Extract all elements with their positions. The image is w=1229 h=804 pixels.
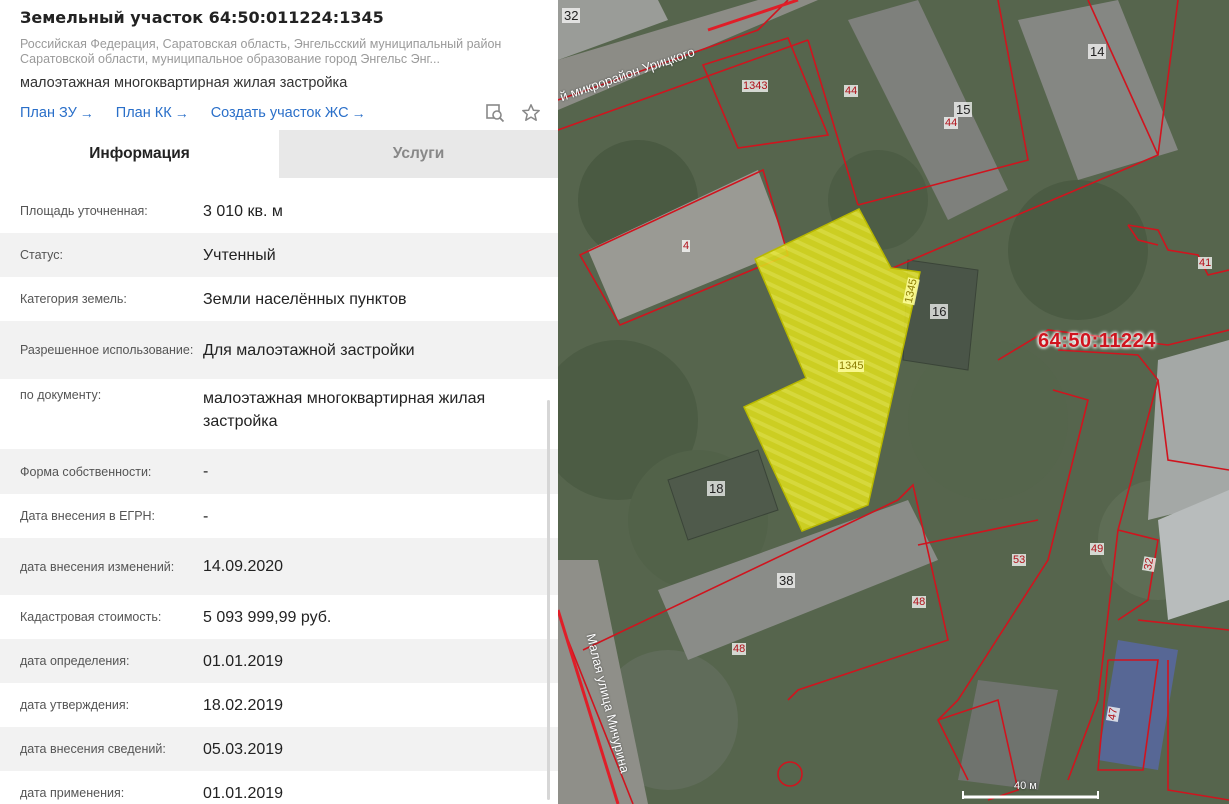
row-label: Форма собственности: [20,464,152,479]
star-icon[interactable] [520,102,542,124]
parcel-title: Земельный участок 64:50:011224:1345 [20,8,384,27]
action-links: План ЗУ → План КК → Создать участок ЖС → [20,102,540,124]
building-label-15: 15 [954,102,973,117]
row-value: Учтенный [203,246,276,264]
row-label: Категория земель: [20,292,127,306]
table-row: по документу: малоэтажная многоквартирная… [0,379,558,449]
row-value: 01.01.2019 [203,784,284,802]
parcel-label-47: 47 [1105,705,1121,723]
parcel-label-32: 32 [1141,555,1157,573]
row-value: - [203,507,209,525]
row-label: дата определения: [20,654,130,668]
table-row: дата применения: 01.01.2019 [0,771,558,804]
parcel-label-41: 41 [1198,257,1213,269]
parcel-label-1343: 1343 [742,80,769,92]
create-parcel-link[interactable]: Создать участок ЖС → [211,105,366,121]
row-label: дата внесения сведений: [20,742,166,756]
panel-scrollbar[interactable] [547,400,550,800]
row-value: 01.01.2019 [203,652,284,670]
tab-services[interactable]: Услуги [279,130,558,178]
plan-zu-link[interactable]: План ЗУ → [20,105,94,121]
arrow-right-icon: → [79,105,94,121]
row-value: малоэтажная многоквартирная жилая застро… [203,390,486,430]
parcel-usage-subtitle: малоэтажная многоквартирная жилая застро… [20,75,348,91]
row-value: 5 093 999,99 руб. [203,608,332,626]
building-label-16: 16 [930,304,949,319]
row-label: дата внесения изменений: [20,559,175,574]
create-parcel-link-label: Создать участок ЖС [210,105,349,121]
scale-label: 40 м [1014,780,1037,792]
building-label-14: 14 [1088,44,1107,59]
row-label: дата применения: [20,786,125,800]
row-label: Статус: [20,248,63,262]
arrow-right-icon: → [174,105,189,121]
row-value: 05.03.2019 [203,740,284,758]
map-imagery [558,0,1229,804]
row-value: Для малоэтажной застройки [203,341,415,359]
parcel-label-48: 48 [912,596,927,608]
row-value: 18.02.2019 [203,696,284,714]
info-panel: Земельный участок 64:50:011224:1345 Росс… [0,0,558,804]
table-row: дата внесения сведений: 05.03.2019 [0,727,558,771]
building-label-38: 38 [777,573,796,588]
row-label: Дата внесения в ЕГРН: [20,509,156,523]
parcel-label-44: 44 [844,85,859,97]
table-row: Статус: Учтенный [0,233,558,277]
parcel-label-49: 49 [1090,543,1105,555]
row-label: Кадастровая стоимость: [20,610,162,624]
arrow-right-icon: → [351,105,366,121]
table-row: Кадастровая стоимость: 5 093 999,99 руб. [0,595,558,639]
building-label-32: 32 [562,8,581,23]
parcel-label-1345: 1345 [838,360,865,372]
plan-kk-link[interactable]: План КК → [116,105,189,121]
tab-bar: Информация Услуги [0,130,558,178]
row-value: 3 010 кв. м [203,202,283,220]
plan-zu-link-label: План ЗУ [20,105,77,121]
info-table: Площадь уточненная: 3 010 кв. м Статус: Уч… [0,189,558,804]
table-row: дата внесения изменений: 14.09.2020 [0,538,558,595]
row-value: - [203,463,209,480]
quarter-label: 64:50:11224 [1038,330,1156,352]
building-label-18: 18 [707,481,726,496]
table-row: дата определения: 01.01.2019 [0,639,558,683]
row-label: по документу: [20,388,102,402]
parcel-label-44b: 44 [944,117,959,129]
table-row: Площадь уточненная: 3 010 кв. м [0,189,558,233]
cadastral-map[interactable]: 64:50:11224 й микрорайон Урицкого Малая … [558,0,1229,804]
parcel-address: Российская Федерация, Саратовская област… [20,37,502,66]
parcel-header: Земельный участок 64:50:011224:1345 Росс… [0,0,558,130]
tab-information[interactable]: Информация [0,130,279,178]
row-value: Земли населённых пунктов [203,290,407,308]
row-label: Площадь уточненная: [20,204,148,218]
parcel-label-48b: 48 [732,643,747,655]
row-label: Разрешенное использование: [20,343,194,357]
table-row: Разрешенное использование: Для малоэтажно… [0,321,558,379]
plan-kk-link-label: План КК [115,105,172,121]
table-row: Форма собственности: - [0,449,558,494]
table-row: дата утверждения: 18.02.2019 [0,683,558,727]
table-row: Категория земель: Земли населённых пункто… [0,277,558,321]
parcel-label-53: 53 [1012,554,1027,566]
map-search-icon[interactable] [484,102,506,124]
parcel-label-4: 4 [682,240,691,252]
row-label: дата утверждения: [20,698,130,712]
row-value: 14.09.2020 [203,558,284,575]
table-row: Дата внесения в ЕГРН: - [0,494,558,538]
